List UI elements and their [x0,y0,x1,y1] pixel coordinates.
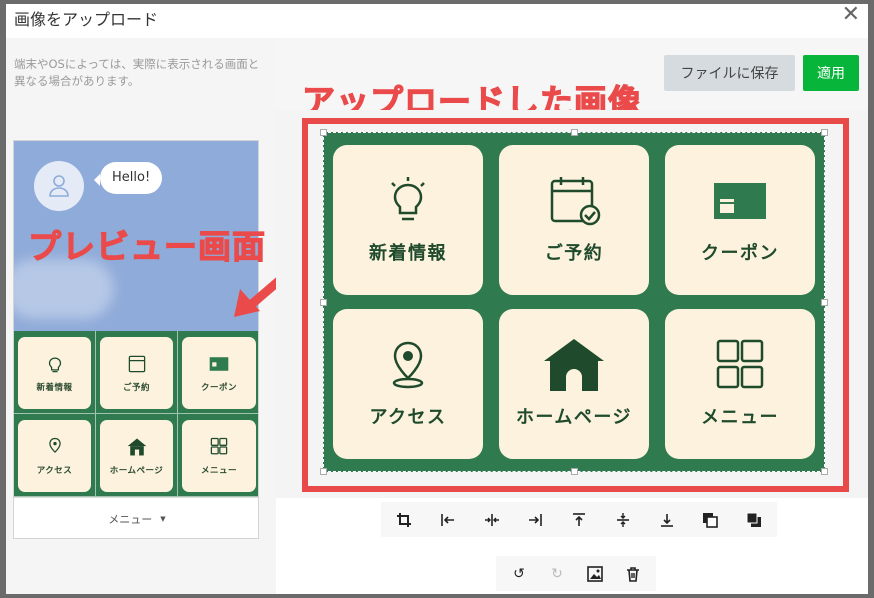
lightbulb-icon [391,177,425,221]
preview-tile-reserve[interactable]: ご予約 [100,337,173,409]
preview-note: 端末やOSによっては、実際に表示される画面と異なる場合があります。 [14,57,260,88]
chat-bubble: Hello! [93,162,163,194]
menu-bar-label: メニュー [108,513,153,526]
undo-icon[interactable]: ↺ [506,561,532,587]
preview-tile-label: メニュー [200,466,237,476]
tile-label: アクセス [369,407,447,428]
align-bottom-icon[interactable] [654,507,680,533]
uploaded-image[interactable]: 新着情報 ご予約 クーポン アクセス ホームページ メニュー [320,129,828,475]
resize-handle-e[interactable] [821,299,828,306]
house-icon [127,438,146,456]
tile-label: メニュー [701,407,779,428]
preview-tile-news[interactable]: 新着情報 [18,337,91,409]
resize-handle-w[interactable] [320,299,327,306]
tile-menu: メニュー [665,309,815,459]
preview-tile-label: クーポン [200,383,237,393]
dialog-title: 画像をアップロード [14,10,159,29]
resize-handle-n[interactable] [571,129,578,136]
gift-card-icon [209,357,229,371]
preview-tile-label: ホームページ [109,466,164,476]
image-icon[interactable] [582,561,608,587]
tile-access: アクセス [333,309,483,459]
align-top-icon[interactable] [566,507,592,533]
caret-down-icon: ▼ [160,515,166,523]
align-center-h-icon[interactable] [479,507,505,533]
preview-tile-label: 新着情報 [36,383,73,393]
tile-label: 新着情報 [369,243,447,264]
rich-menu-preview: 新着情報 ご予約 クーポン アクセス ホームページ メニュー [14,331,258,497]
redo-icon[interactable]: ↻ [544,561,570,587]
preview-annotation: プレビュー画面 [27,226,266,266]
lightbulb-icon [48,357,61,373]
map-pin-icon [48,437,61,453]
tile-homepage: ホームページ [499,309,649,459]
tile-label: ホームページ [515,407,633,428]
calendar-check-icon [128,355,145,373]
avatar [34,161,84,211]
tile-coupon: クーポン [665,145,815,295]
editor-panel: ファイルに保存 適用 アップロードした画像 新着情報 ご予約 クーポン アクセス… [276,38,868,594]
preview-tile-coupon[interactable]: クーポン [182,337,256,409]
tile-label: クーポン [701,243,779,264]
edit-toolbar: ↺ ↻ [496,556,656,591]
preview-tile-label: アクセス [36,466,73,476]
grid-icon [716,339,764,389]
save-to-file-button[interactable]: ファイルに保存 [664,55,795,91]
align-right-icon[interactable] [522,507,548,533]
grid-icon [210,437,228,455]
send-backward-icon[interactable] [697,507,723,533]
tile-label: ご予約 [544,243,604,264]
tile-news: 新着情報 [333,145,483,295]
resize-handle-nw[interactable] [320,129,327,136]
house-icon [544,339,604,391]
resize-handle-sw[interactable] [320,468,327,475]
bring-forward-icon[interactable] [741,507,767,533]
align-toolbar [381,502,777,537]
crop-icon[interactable] [391,507,417,533]
align-middle-v-icon[interactable] [610,507,636,533]
upload-image-dialog: 画像をアップロード ✕ 端末やOSによっては、実際に表示される画面と異なる場合が… [6,2,868,594]
phone-preview: Hello! 新着情報 ご予約 クーポン アクセス ホームページ メニュー メニ… [13,140,259,539]
tile-reserve: ご予約 [499,145,649,295]
preview-tile-label: ご予約 [122,383,150,393]
editor-canvas: 新着情報 ご予約 クーポン アクセス ホームページ メニュー [276,110,868,498]
align-left-icon[interactable] [435,507,461,533]
close-icon[interactable]: ✕ [842,2,860,27]
resize-handle-se[interactable] [821,468,828,475]
trash-icon[interactable] [620,561,646,587]
rich-menu-bar[interactable]: メニュー ▼ [14,497,258,538]
resize-handle-s[interactable] [571,468,578,475]
gift-card-icon [714,183,766,219]
user-icon [49,175,69,197]
calendar-check-icon [550,177,601,226]
map-pin-icon [392,341,424,389]
preview-tile-homepage[interactable]: ホームページ [100,420,173,492]
preview-tile-access[interactable]: アクセス [18,420,91,492]
apply-button[interactable]: 適用 [803,55,859,91]
preview-tile-menu[interactable]: メニュー [182,420,256,492]
resize-handle-ne[interactable] [821,129,828,136]
